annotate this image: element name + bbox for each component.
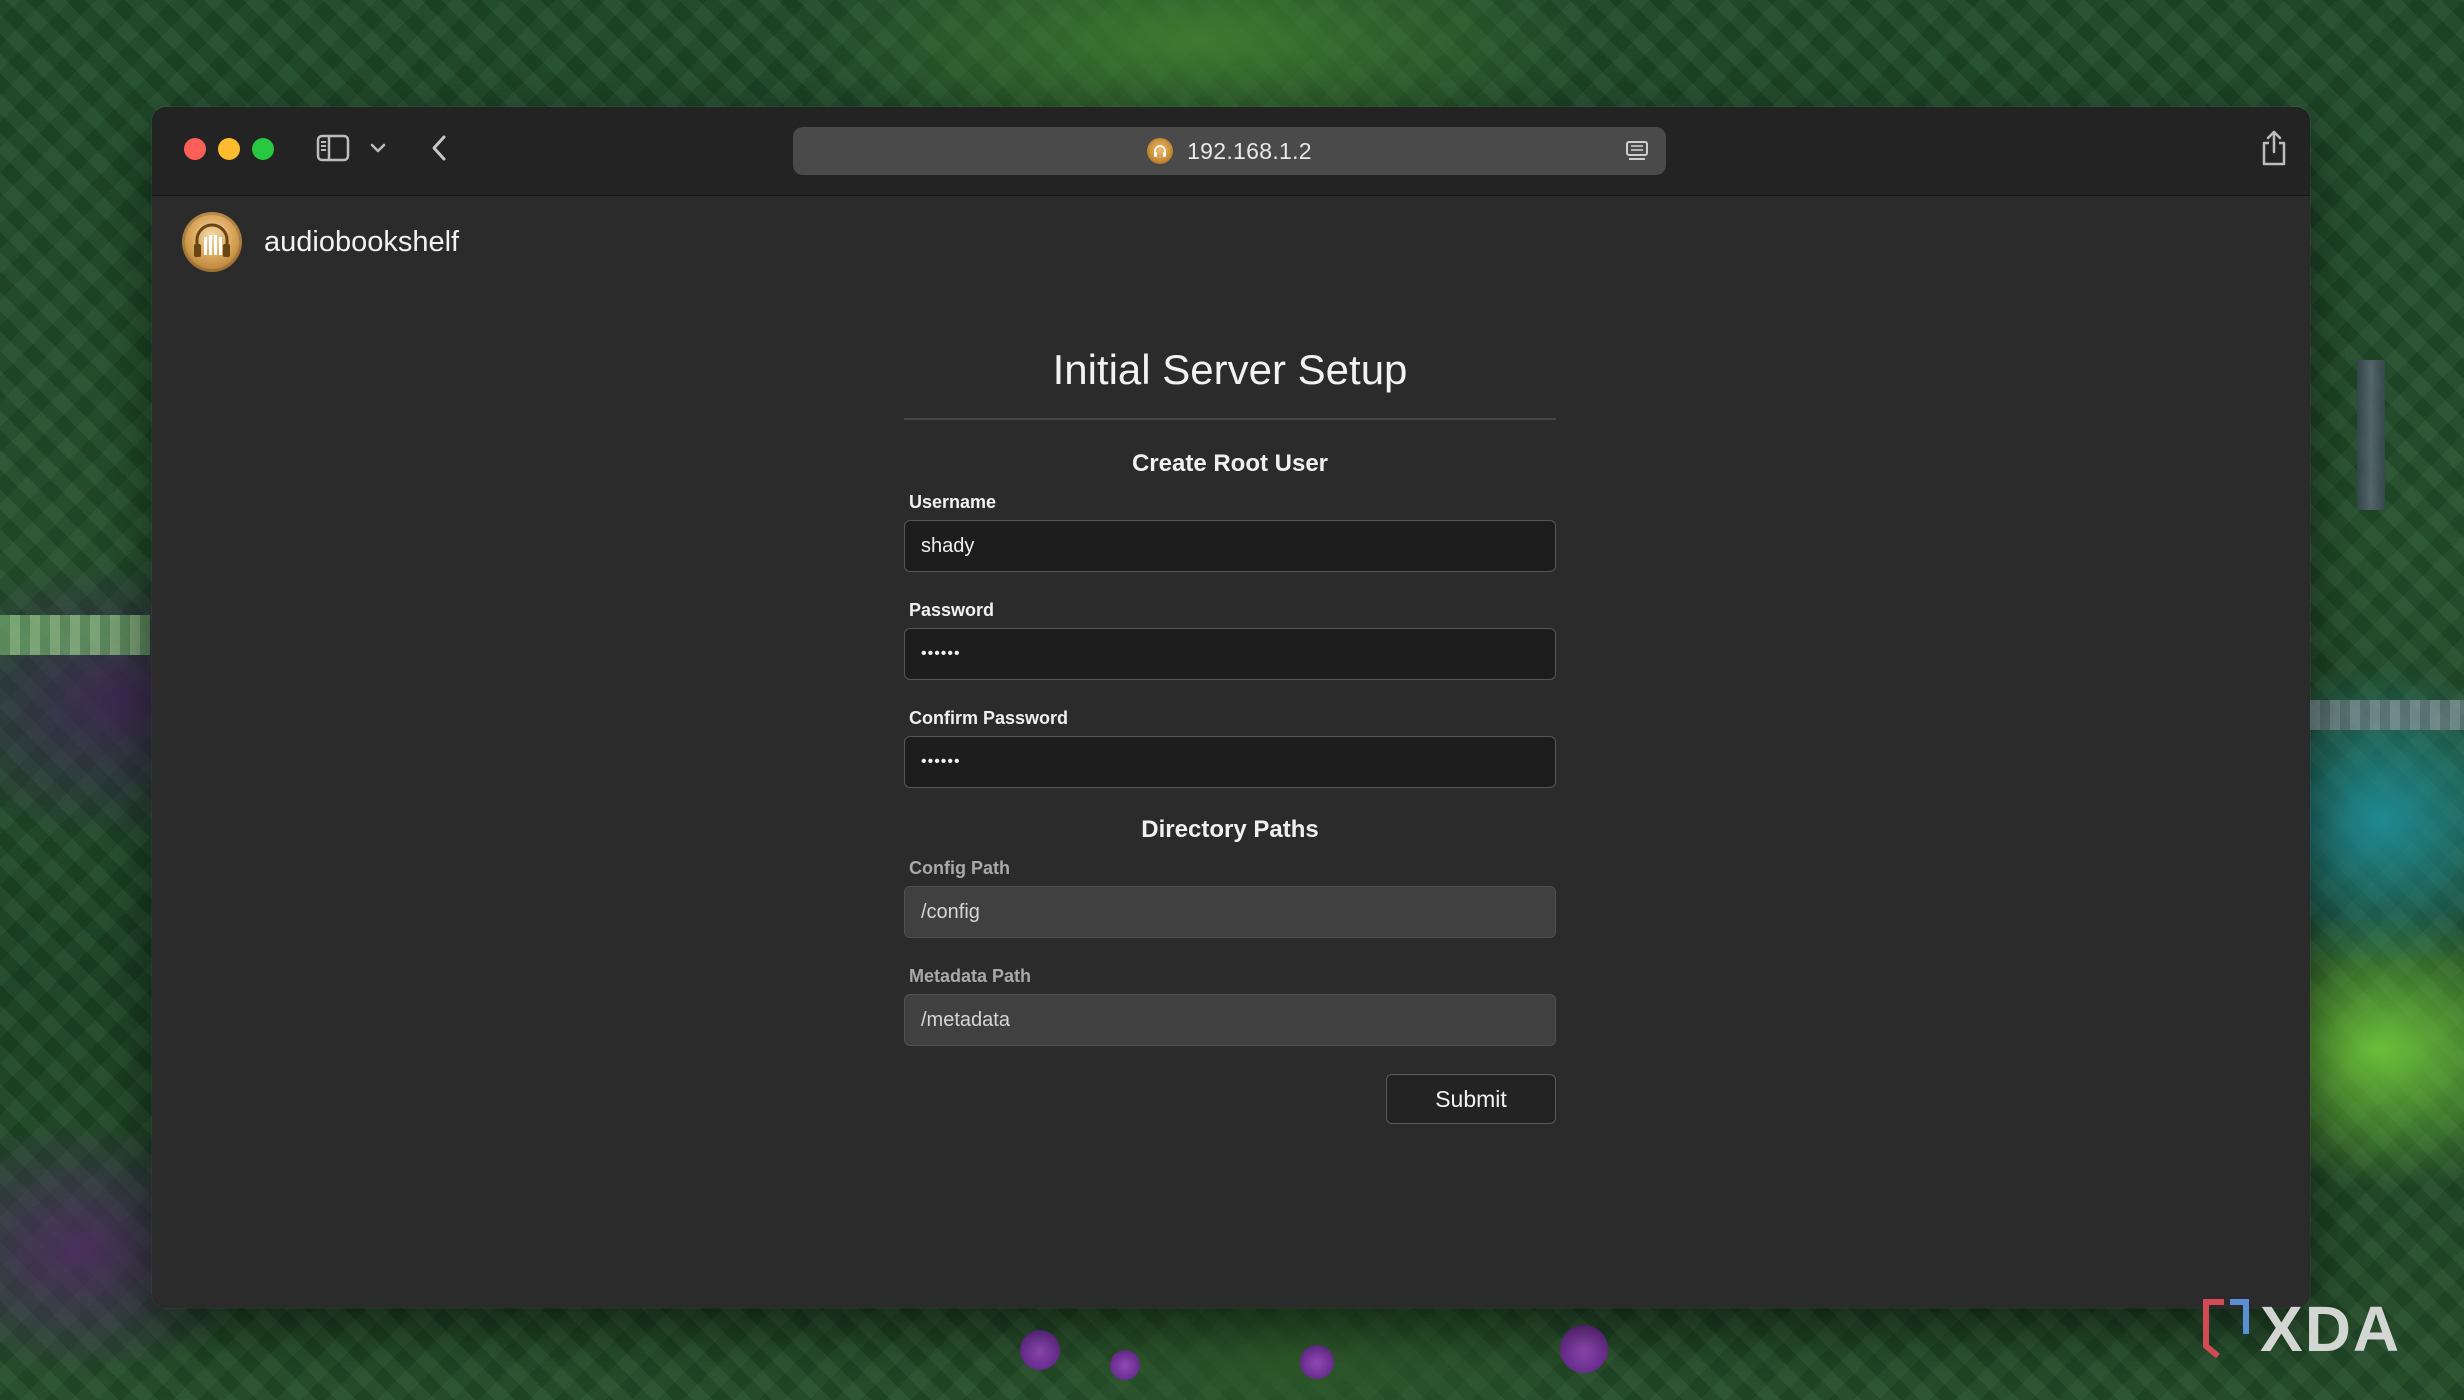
close-window-button[interactable] — [184, 138, 206, 160]
xda-watermark-text: XDA — [2260, 1293, 2402, 1365]
username-input[interactable]: shady — [904, 520, 1556, 572]
config-path-label: Config Path — [909, 858, 1010, 878]
config-path-input: /config — [904, 886, 1556, 938]
page-content: audiobookshelf Initial Server Setup Crea… — [152, 196, 2310, 1308]
username-label: Username — [909, 492, 997, 512]
sidebar-icon[interactable] — [316, 133, 350, 163]
wallpaper-decoration — [2310, 700, 2464, 730]
submit-row: Submit — [904, 1074, 1556, 1124]
chevron-down-icon[interactable] — [366, 135, 390, 161]
metadata-path-label: Metadata Path — [909, 966, 1032, 986]
password-label: Password — [909, 600, 995, 620]
browser-window: 192.168.1.2 audiobookshelf Initial Serve… — [152, 107, 2310, 1308]
headphones-books-icon[interactable] — [182, 212, 242, 272]
xda-watermark: XDA — [2202, 1292, 2401, 1366]
wallpaper-decoration — [2357, 360, 2385, 510]
minimize-window-button[interactable] — [218, 138, 240, 160]
site-favicon-icon — [1147, 138, 1174, 164]
address-bar[interactable]: 192.168.1.2 — [793, 127, 1666, 175]
share-icon[interactable] — [2256, 127, 2292, 169]
address-text: 192.168.1.2 — [1187, 137, 1312, 164]
password-input[interactable]: •••••• — [904, 628, 1556, 680]
metadata-path-input: /metadata — [904, 994, 1556, 1046]
desktop-wallpaper: 192.168.1.2 audiobookshelf Initial Serve… — [0, 0, 2464, 1400]
reader-icon[interactable] — [1624, 139, 1650, 163]
app-header: audiobookshelf — [182, 212, 459, 272]
wallpaper-decoration — [1560, 1325, 1608, 1373]
page-title: Initial Server Setup — [904, 346, 1556, 420]
confirm-password-input[interactable]: •••••• — [904, 736, 1556, 788]
browser-toolbar: 192.168.1.2 — [152, 107, 2310, 196]
wallpaper-decoration — [0, 615, 150, 655]
app-name[interactable]: audiobookshelf — [264, 226, 459, 259]
zoom-window-button[interactable] — [252, 138, 274, 160]
submit-button[interactable]: Submit — [1386, 1074, 1556, 1124]
root-user-section-title: Create Root User — [1131, 450, 1329, 477]
setup-form: Initial Server Setup Create Root User Us… — [904, 346, 1556, 1124]
wallpaper-decoration — [1110, 1350, 1140, 1380]
wallpaper-decoration — [1020, 1330, 1060, 1370]
xda-logo-icon — [2202, 1298, 2250, 1360]
directory-paths-section-title: Directory Paths — [1141, 816, 1319, 843]
chevron-left-icon[interactable] — [424, 131, 454, 165]
wallpaper-decoration — [1300, 1345, 1334, 1379]
confirm-password-label: Confirm Password — [909, 708, 1069, 728]
